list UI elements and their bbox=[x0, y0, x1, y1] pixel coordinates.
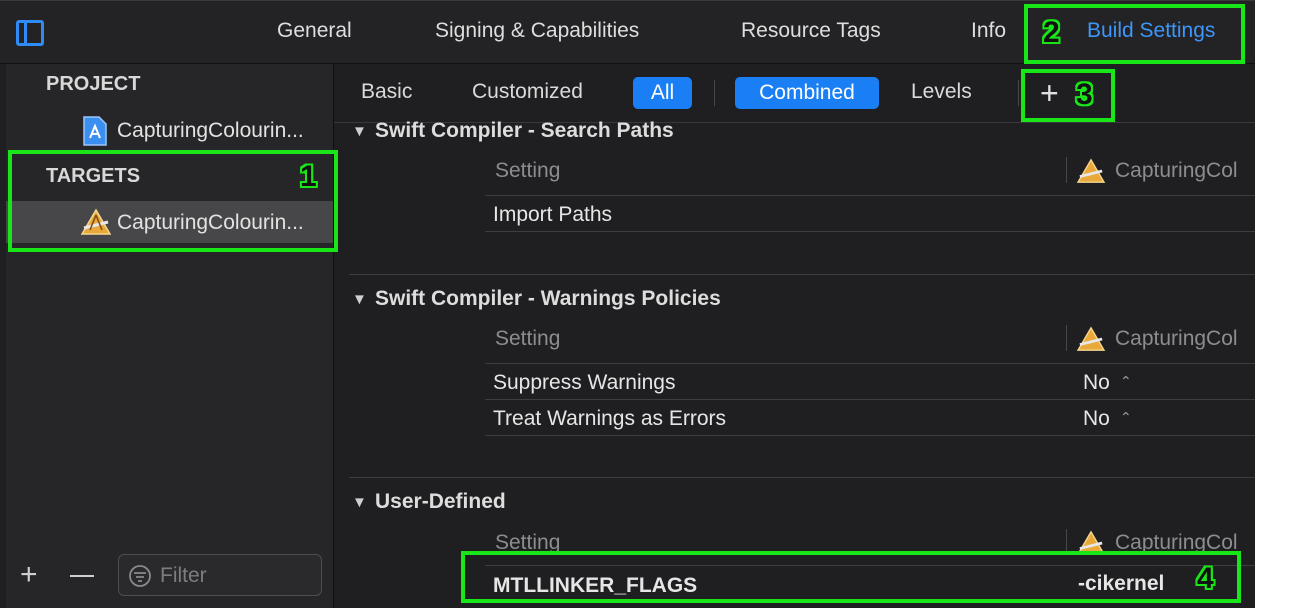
column-header-setting: Setting bbox=[495, 327, 561, 350]
view-levels[interactable]: Levels bbox=[911, 80, 972, 104]
annotation-number: 1 bbox=[300, 160, 317, 193]
row-divider bbox=[485, 231, 1255, 232]
target-column-icon bbox=[1076, 158, 1106, 183]
setting-name[interactable]: Treat Warnings as Errors bbox=[493, 407, 726, 431]
tab-signing-capabilities[interactable]: Signing & Capabilities bbox=[435, 19, 639, 43]
add-icon[interactable]: + bbox=[20, 558, 38, 592]
sidebar-item-project[interactable]: CapturingColourin... bbox=[117, 119, 304, 143]
scope-basic[interactable]: Basic bbox=[361, 80, 412, 104]
group-divider bbox=[349, 274, 1255, 275]
updown-chevron-icon[interactable]: ⌃ bbox=[1120, 409, 1132, 426]
annotation-number: 4 bbox=[1197, 562, 1214, 595]
group-divider bbox=[349, 477, 1255, 478]
row-divider bbox=[485, 195, 1255, 196]
tab-general[interactable]: General bbox=[277, 19, 352, 43]
disclosure-triangle-icon[interactable]: ▼ bbox=[352, 123, 367, 140]
row-divider bbox=[485, 435, 1255, 436]
annotation-box-targets bbox=[8, 150, 338, 252]
setting-name[interactable]: Suppress Warnings bbox=[493, 371, 675, 395]
annotation-number: 3 bbox=[1076, 78, 1093, 111]
setting-value[interactable]: No bbox=[1083, 371, 1110, 395]
project-navigator-sidebar bbox=[6, 64, 334, 608]
column-header-setting: Setting bbox=[495, 159, 561, 182]
view-combined[interactable]: Combined bbox=[735, 77, 879, 109]
annotation-number: 2 bbox=[1043, 16, 1060, 49]
filter-placeholder: Filter bbox=[160, 564, 207, 587]
annotation-box-user-defined-row bbox=[461, 551, 1241, 603]
disclosure-triangle-icon[interactable]: ▼ bbox=[352, 494, 367, 511]
tab-resource-tags[interactable]: Resource Tags bbox=[741, 19, 881, 43]
column-header-target: CapturingCol bbox=[1115, 327, 1238, 350]
scope-customized[interactable]: Customized bbox=[472, 80, 583, 104]
project-file-icon bbox=[83, 116, 107, 146]
group-title[interactable]: Swift Compiler - Warnings Policies bbox=[375, 287, 721, 311]
row-divider bbox=[485, 363, 1255, 364]
remove-icon[interactable] bbox=[70, 575, 94, 577]
filter-icon bbox=[129, 565, 151, 587]
scope-divider bbox=[714, 80, 715, 106]
disclosure-triangle-icon[interactable]: ▼ bbox=[352, 291, 367, 308]
scope-divider-2 bbox=[1018, 80, 1019, 106]
setting-name[interactable]: Import Paths bbox=[493, 203, 612, 227]
sidebar-toggle-icon[interactable] bbox=[16, 20, 44, 46]
annotation-box-add bbox=[1021, 69, 1115, 122]
tab-info[interactable]: Info bbox=[971, 19, 1006, 43]
updown-chevron-icon[interactable]: ⌃ bbox=[1120, 373, 1132, 390]
group-title[interactable]: Swift Compiler - Search Paths bbox=[375, 119, 674, 143]
column-divider bbox=[1066, 325, 1067, 351]
row-divider bbox=[485, 399, 1255, 400]
setting-value[interactable]: No bbox=[1083, 407, 1110, 431]
column-divider bbox=[1066, 157, 1067, 183]
column-header-target: CapturingCol bbox=[1115, 159, 1238, 182]
project-section-heading: PROJECT bbox=[46, 73, 141, 95]
group-title[interactable]: User-Defined bbox=[375, 490, 506, 514]
scope-all[interactable]: All bbox=[633, 77, 692, 109]
target-column-icon bbox=[1076, 326, 1106, 351]
